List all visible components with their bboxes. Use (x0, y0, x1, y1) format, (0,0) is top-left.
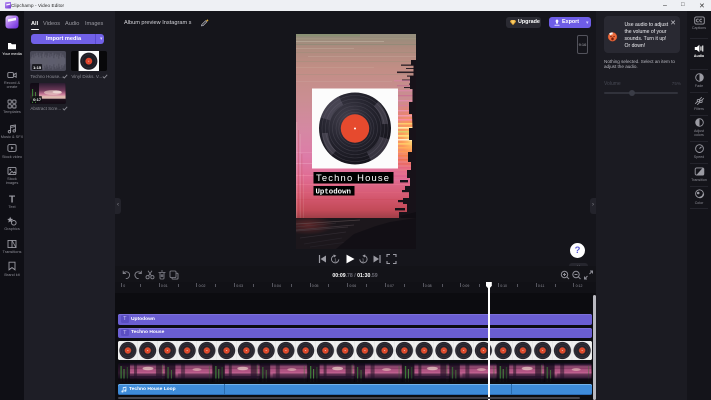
svg-text:1: 1 (362, 257, 365, 262)
svg-text:Uptodown: Uptodown (316, 188, 351, 196)
svg-text:Techno House: Techno House (316, 172, 389, 183)
svg-text:1: 1 (334, 257, 337, 262)
svg-text:T: T (9, 194, 15, 203)
